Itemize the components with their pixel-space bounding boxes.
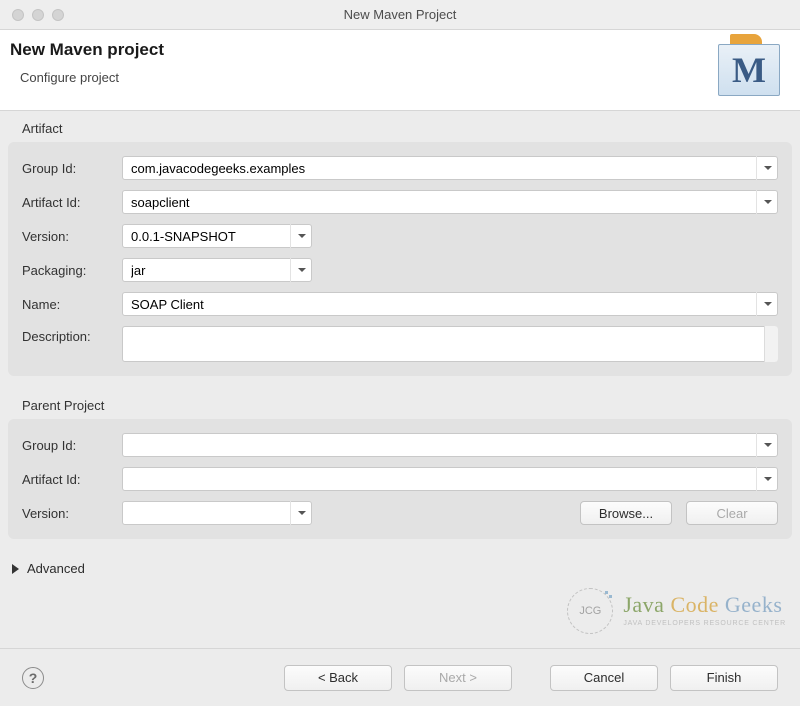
version-label: Version: <box>22 229 114 244</box>
watermark: JCG Java Code Geeks JAVA DEVELOPERS RESO… <box>567 588 786 634</box>
group-id-label: Group Id: <box>22 161 114 176</box>
description-field[interactable] <box>122 326 778 362</box>
clear-button[interactable]: Clear <box>686 501 778 525</box>
advanced-toggle[interactable]: Advanced <box>0 551 800 576</box>
parent-section-label: Parent Project <box>0 388 800 419</box>
packaging-field[interactable] <box>122 258 312 282</box>
artifact-group: Group Id: Artifact Id: Version: <box>8 142 792 376</box>
window-title: New Maven Project <box>0 7 800 22</box>
wizard-title: New Maven project <box>10 40 164 60</box>
parent-version-label: Version: <box>22 506 114 521</box>
next-button[interactable]: Next > <box>404 665 512 691</box>
advanced-label: Advanced <box>27 561 85 576</box>
parent-group-id-field[interactable] <box>122 433 778 457</box>
finish-button[interactable]: Finish <box>670 665 778 691</box>
artifact-id-field[interactable] <box>122 190 778 214</box>
name-field[interactable] <box>122 292 778 316</box>
wizard-window: New Maven Project New Maven project Conf… <box>0 0 800 706</box>
titlebar: New Maven Project <box>0 0 800 30</box>
wizard-footer: ? < Back Next > Cancel Finish <box>0 648 800 706</box>
group-id-field[interactable] <box>122 156 778 180</box>
wizard-content: Artifact Group Id: Artifact Id: Version: <box>0 111 800 648</box>
wizard-subtitle: Configure project <box>10 64 164 85</box>
parent-artifact-id-label: Artifact Id: <box>22 472 114 487</box>
disclosure-triangle-icon <box>12 564 19 574</box>
back-button[interactable]: < Back <box>284 665 392 691</box>
description-label: Description: <box>22 326 114 344</box>
packaging-label: Packaging: <box>22 263 114 278</box>
version-field[interactable] <box>122 224 312 248</box>
name-label: Name: <box>22 297 114 312</box>
wizard-header: New Maven project Configure project M <box>0 30 800 111</box>
artifact-section-label: Artifact <box>0 111 800 142</box>
watermark-text: Java Code Geeks JAVA DEVELOPERS RESOURCE… <box>623 595 786 627</box>
parent-group-id-label: Group Id: <box>22 438 114 453</box>
browse-button[interactable]: Browse... <box>580 501 672 525</box>
help-button[interactable]: ? <box>22 667 44 689</box>
parent-group: Group Id: Artifact Id: Version: <box>8 419 792 539</box>
maven-icon: M <box>718 40 780 96</box>
artifact-id-label: Artifact Id: <box>22 195 114 210</box>
jcg-logo-icon: JCG <box>567 588 613 634</box>
parent-artifact-id-field[interactable] <box>122 467 778 491</box>
cancel-button[interactable]: Cancel <box>550 665 658 691</box>
resize-handle[interactable] <box>764 326 778 362</box>
parent-version-field[interactable] <box>122 501 312 525</box>
